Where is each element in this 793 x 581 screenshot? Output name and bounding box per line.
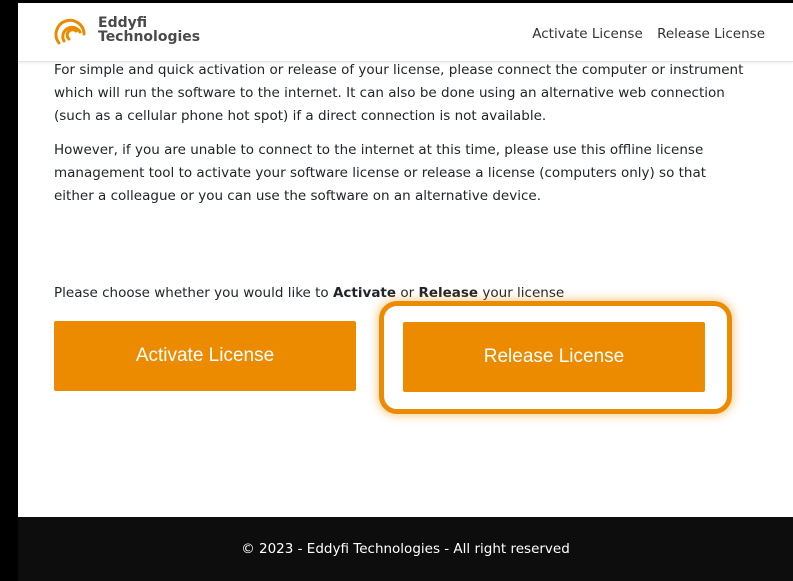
choose-suffix: your license — [478, 285, 565, 301]
app-window: Eddyfi Technologies Activate License Rel… — [18, 3, 793, 581]
activate-license-button[interactable]: Activate License — [54, 321, 356, 391]
logo-line-1: Eddyfi — [98, 15, 148, 31]
choose-activate: Activate — [332, 285, 397, 301]
eddyfi-logo-icon — [54, 18, 86, 45]
offline-paragraph: However, if you are unable to connect to… — [54, 142, 707, 204]
choose-instruction: Please choose whether you would like to … — [54, 285, 564, 301]
nav-activate-license-link[interactable]: Activate License — [532, 26, 643, 42]
logo[interactable]: Eddyfi Technologies — [54, 13, 204, 49]
top-nav: Activate License Release License — [522, 26, 765, 42]
choose-or: or — [396, 285, 419, 301]
release-license-button[interactable]: Release License — [403, 322, 705, 392]
footer: © 2023 - Eddyfi Technologies - All right… — [18, 517, 793, 581]
choose-prefix: Please choose whether you would like to — [54, 285, 333, 301]
nav-release-license-link[interactable]: Release License — [657, 26, 765, 42]
main-content: For simple and quick activation or relea… — [54, 55, 744, 219]
header: Eddyfi Technologies Activate License Rel… — [18, 3, 793, 62]
logo-text: Eddyfi Technologies — [98, 16, 200, 44]
logo-line-2: Technologies — [98, 29, 201, 45]
footer-copyright: © 2023 - Eddyfi Technologies - All right… — [241, 541, 570, 557]
choose-release: Release — [418, 285, 479, 301]
intro-paragraph: For simple and quick activation or relea… — [54, 62, 744, 124]
